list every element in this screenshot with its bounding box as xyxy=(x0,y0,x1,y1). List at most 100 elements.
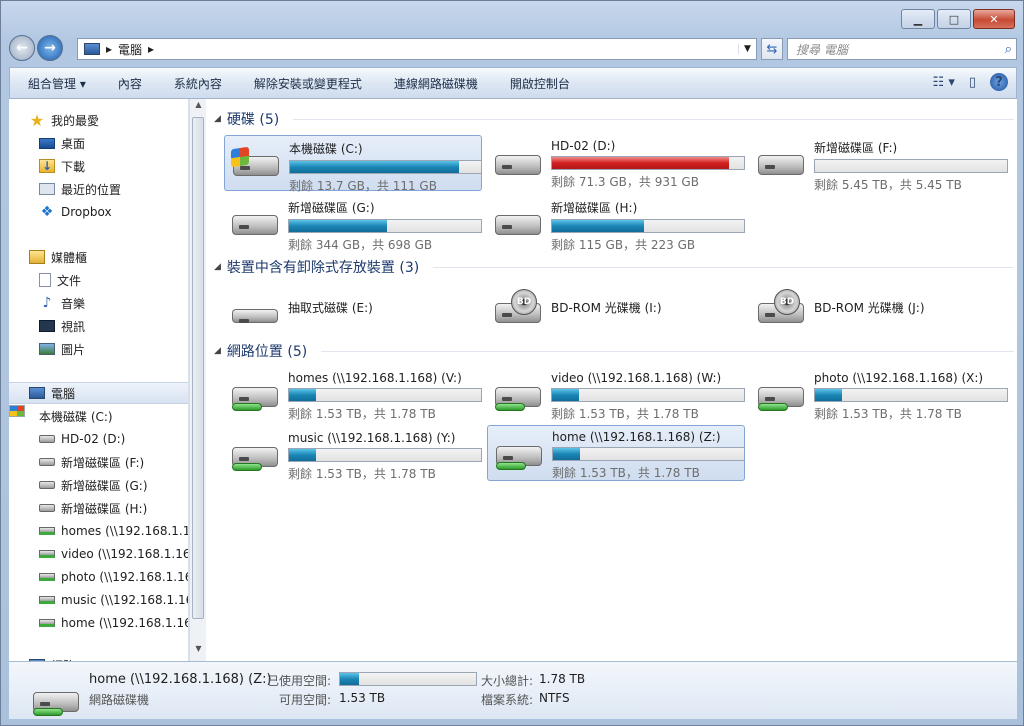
downloads-icon: ↓ xyxy=(39,159,55,173)
drive-tile-i[interactable]: BD BD-ROM 光碟機 (I:) xyxy=(487,283,745,339)
sidebar-item-music[interactable]: ♪ 音樂 xyxy=(9,292,188,314)
drive-tile-j[interactable]: BD BD-ROM 光碟機 (J:) xyxy=(750,283,1008,339)
sidebar-item-photo[interactable]: photo (\\192.168.1.168) xyxy=(9,566,188,588)
drive-tile-g[interactable]: 新增磁碟區 (G:) 剩餘 344 GB，共 698 GB xyxy=(224,195,482,252)
breadcrumb-separator-icon[interactable]: ▸ xyxy=(148,42,154,56)
minimize-button[interactable]: ▁ xyxy=(901,9,935,29)
group-divider xyxy=(433,266,1014,268)
usage-bar xyxy=(551,388,745,402)
organize-button[interactable]: 組合管理 ▾ xyxy=(28,75,86,92)
star-icon: ★ xyxy=(29,110,45,130)
help-icon[interactable]: ? xyxy=(990,73,1008,91)
drive-name: BD-ROM 光碟機 (J:) xyxy=(814,301,925,315)
free-space-text: 剩餘 1.53 TB，共 1.78 TB xyxy=(288,467,436,481)
sidebar-item-drive-g[interactable]: 新增磁碟區 (G:) xyxy=(9,474,188,496)
group-header-network[interactable]: ◢ 網路位置 (5) xyxy=(214,341,1014,361)
drive-tile-f[interactable]: 新增磁碟區 (F:) 剩餘 5.45 TB，共 5.45 TB xyxy=(750,135,1008,192)
drive-name: BD-ROM 光碟機 (I:) xyxy=(551,301,662,315)
preview-pane-icon[interactable]: ▯ xyxy=(969,75,976,90)
sidebar-item-home[interactable]: home (\\192.168.1.168) xyxy=(9,612,188,634)
usage-bar xyxy=(289,160,481,174)
network-drive-icon xyxy=(230,373,282,413)
scroll-up-icon[interactable]: ▲ xyxy=(190,100,207,116)
sidebar-scrollbar[interactable]: ▲ ▼ xyxy=(189,99,206,661)
hard-drive-icon xyxy=(39,458,55,466)
collapse-icon[interactable]: ◢ xyxy=(214,262,221,272)
drive-name: HD-02 (D:) xyxy=(551,139,616,153)
drive-tile-e[interactable]: 抽取式磁碟 (E:) xyxy=(224,283,482,339)
address-dropdown-icon[interactable]: ▼ xyxy=(738,44,756,54)
close-button[interactable]: ✕ xyxy=(973,9,1015,29)
navigation-pane: ★ 我的最愛 桌面 ↓ 下載 最近的位置 ❖ Dropbox 媒體櫃 文件 ♪ 音樂 視… xyxy=(9,99,189,661)
scrollbar-thumb[interactable] xyxy=(192,117,204,619)
map-network-drive-button[interactable]: 連線網路磁碟機 xyxy=(394,75,478,92)
free-space-value: 1.53 TB xyxy=(339,691,386,705)
sidebar-item-music-share[interactable]: music (\\192.168.1.168) xyxy=(9,589,188,611)
network-drive-icon xyxy=(39,619,55,627)
desktop-icon xyxy=(39,137,55,149)
system-properties-button[interactable]: 系統內容 xyxy=(174,75,222,92)
sidebar-item-pictures[interactable]: 圖片 xyxy=(9,338,188,360)
forward-arrow-icon: → xyxy=(44,40,56,56)
sidebar-item-documents[interactable]: 文件 xyxy=(9,269,188,291)
sidebar-item-videos[interactable]: 視訊 xyxy=(9,315,188,337)
library-icon xyxy=(29,250,45,264)
details-pane: home (\\192.168.1.168) (Z:) 網路磁碟機 已使用空間:… xyxy=(9,661,1017,719)
free-space-text: 剩餘 1.53 TB，共 1.78 TB xyxy=(814,407,962,421)
drive-tile-d[interactable]: HD-02 (D:) 剩餘 71.3 GB，共 931 GB xyxy=(487,135,745,191)
collapse-icon[interactable]: ◢ xyxy=(214,114,221,124)
sidebar-item-recent[interactable]: 最近的位置 xyxy=(9,178,188,200)
bd-rom-icon: BD xyxy=(756,289,808,329)
properties-button[interactable]: 內容 xyxy=(118,75,142,92)
maximize-button[interactable]: □ xyxy=(937,9,971,29)
sidebar-item-drive-h[interactable]: 新增磁碟區 (H:) xyxy=(9,497,188,519)
drive-tile-z[interactable]: home (\\192.168.1.168) (Z:) 剩餘 1.53 TB，共 … xyxy=(487,425,745,481)
drive-tile-h[interactable]: 新增磁碟區 (H:) 剩餘 115 GB，共 223 GB xyxy=(487,195,745,252)
sidebar-item-drive-d[interactable]: HD-02 (D:) xyxy=(9,428,188,450)
group-header-removable[interactable]: ◢ 裝置中含有卸除式存放裝置 (3) xyxy=(214,257,1014,277)
sidebar-item-dropbox[interactable]: ❖ Dropbox xyxy=(9,201,188,223)
sidebar-item-desktop[interactable]: 桌面 xyxy=(9,132,188,154)
search-icon[interactable]: ⌕ xyxy=(1005,42,1012,57)
recent-places-icon xyxy=(39,183,55,195)
drive-tile-x[interactable]: photo (\\192.168.1.168) (X:) 剩餘 1.53 TB，共… xyxy=(750,367,1008,423)
network-drive-icon xyxy=(39,550,55,558)
group-divider xyxy=(293,118,1014,120)
collapse-icon[interactable]: ◢ xyxy=(214,346,221,356)
sidebar-item-favorites[interactable]: ★ 我的最愛 xyxy=(9,109,188,131)
sidebar-item-video[interactable]: video (\\192.168.1.168) xyxy=(9,543,188,565)
back-button[interactable]: ← xyxy=(9,35,35,61)
free-space-text: 剩餘 1.53 TB，共 1.78 TB xyxy=(552,466,700,480)
uninstall-button[interactable]: 解除安裝或變更程式 xyxy=(254,75,362,92)
open-control-panel-button[interactable]: 開啟控制台 xyxy=(510,75,570,92)
network-drive-icon xyxy=(756,373,808,413)
sidebar-item-network[interactable]: 網路 xyxy=(9,654,188,661)
sidebar-item-drive-c[interactable]: 本機磁碟 (C:) xyxy=(9,405,188,427)
drive-tile-v[interactable]: homes (\\192.168.1.168) (V:) 剩餘 1.53 TB，共… xyxy=(224,367,482,423)
scroll-down-icon[interactable]: ▼ xyxy=(190,644,207,660)
explorer-window: ▁ □ ✕ ← → ▸ 電腦 ▸ ▼ ⇆ 搜尋 電腦 ⌕ 組合管理 ▾ 內容 系… xyxy=(0,0,1024,726)
network-drive-icon xyxy=(39,573,55,581)
refresh-icon: ⇆ xyxy=(766,41,778,57)
sidebar-item-downloads[interactable]: ↓ 下載 xyxy=(9,155,188,177)
sidebar-item-libraries[interactable]: 媒體櫃 xyxy=(9,246,188,268)
dropbox-icon: ❖ xyxy=(40,204,54,220)
sidebar-item-drive-f[interactable]: 新增磁碟區 (F:) xyxy=(9,451,188,473)
sidebar-item-homes[interactable]: homes (\\192.168.1.168) xyxy=(9,520,188,542)
hard-drive-icon xyxy=(230,201,282,241)
drive-tile-y[interactable]: music (\\192.168.1.168) (Y:) 剩餘 1.53 TB，共… xyxy=(224,427,482,483)
usage-bar xyxy=(814,159,1008,173)
sidebar-item-computer[interactable]: 電腦 xyxy=(9,382,188,404)
address-bar[interactable]: ▸ 電腦 ▸ ▼ xyxy=(77,38,757,60)
drive-tile-c[interactable]: 本機磁碟 (C:) 剩餘 13.7 GB，共 111 GB xyxy=(224,135,482,193)
drive-name: music (\\192.168.1.168) (Y:) xyxy=(288,431,456,445)
forward-button[interactable]: → xyxy=(37,35,63,61)
drive-tile-w[interactable]: video (\\192.168.1.168) (W:) 剩餘 1.53 TB，共… xyxy=(487,367,745,423)
total-size-label: 大小總計: xyxy=(481,674,534,688)
refresh-button[interactable]: ⇆ xyxy=(761,38,783,60)
breadcrumb-computer[interactable]: 電腦 xyxy=(118,41,142,58)
group-header-hdd[interactable]: ◢ 硬碟 (5) xyxy=(214,109,1014,129)
view-options-icon[interactable]: ☷ ▾ xyxy=(933,75,955,90)
breadcrumb-separator-icon[interactable]: ▸ xyxy=(106,42,112,56)
search-input[interactable]: 搜尋 電腦 ⌕ xyxy=(787,38,1017,60)
